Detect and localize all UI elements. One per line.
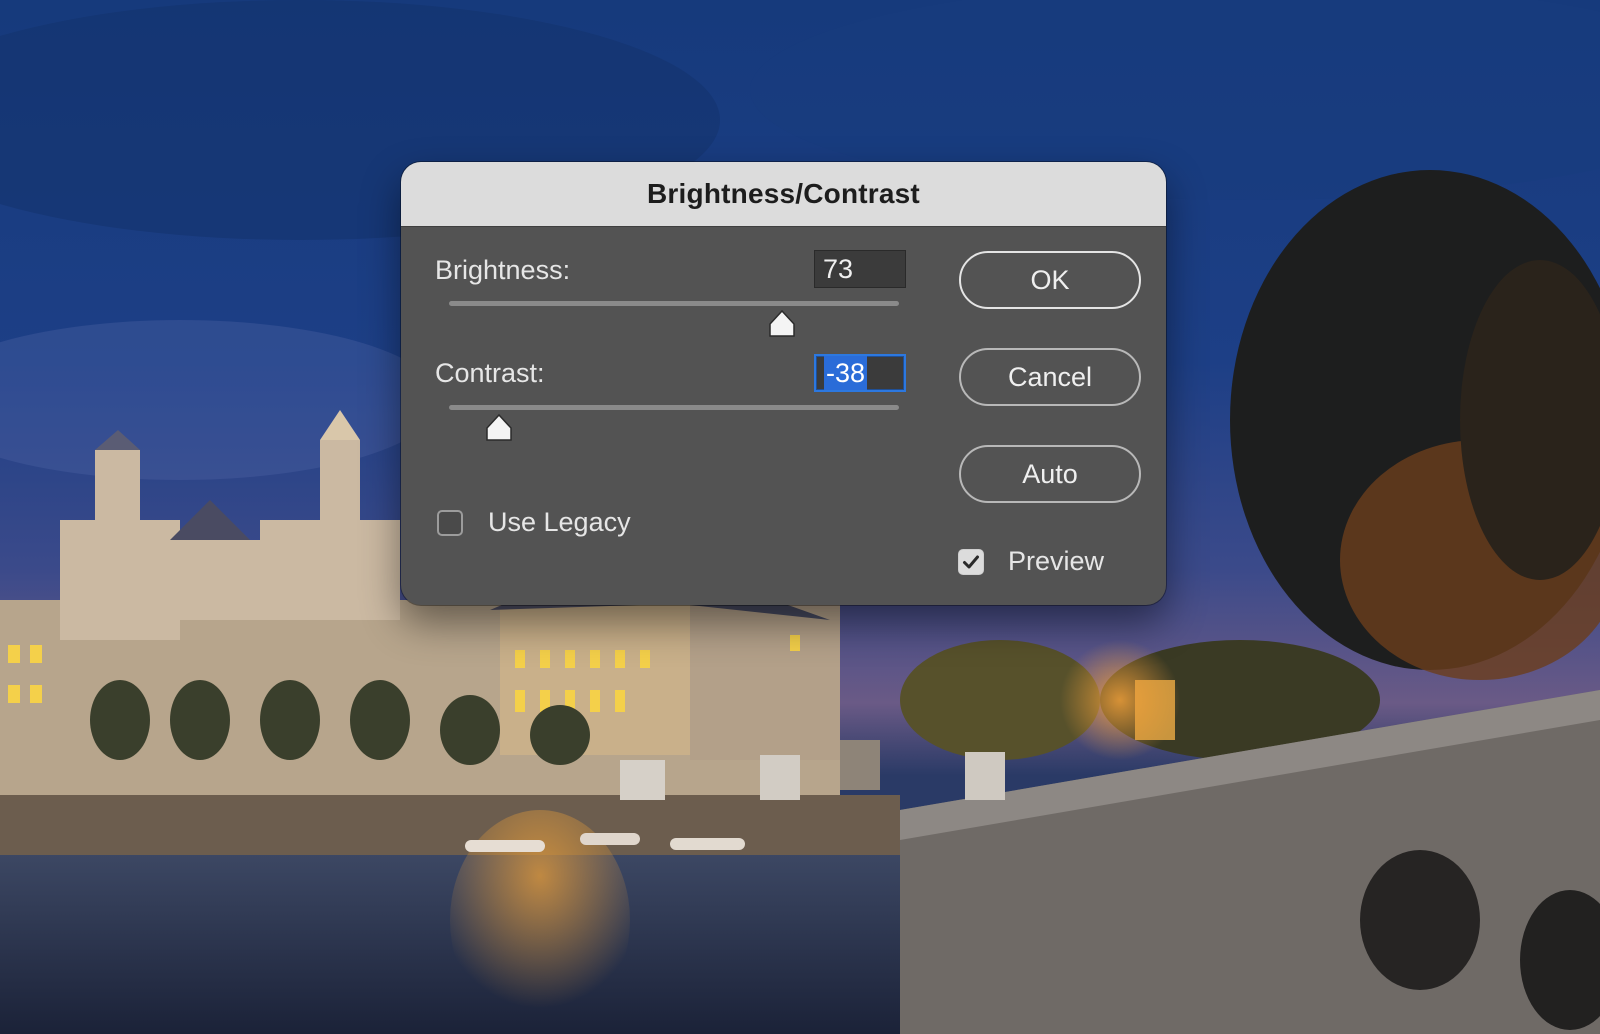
slider-thumb-icon xyxy=(769,309,795,337)
contrast-label: Contrast: xyxy=(435,358,545,388)
brightness-label: Brightness: xyxy=(435,255,571,285)
brightness-contrast-dialog: Brightness/Contrast Brightness: 73 Contr… xyxy=(401,162,1166,605)
contrast-value: -38 xyxy=(824,356,868,390)
brightness-input[interactable]: 73 xyxy=(814,250,906,288)
use-legacy-checkbox[interactable] xyxy=(437,510,463,536)
auto-button[interactable]: Auto xyxy=(959,445,1141,503)
preview-label: Preview xyxy=(1008,546,1105,576)
preview-checkbox[interactable] xyxy=(958,549,984,575)
contrast-input[interactable]: -38 xyxy=(814,354,906,392)
checkmark-icon xyxy=(963,555,979,569)
cancel-button[interactable]: Cancel xyxy=(959,348,1141,406)
contrast-slider-track[interactable] xyxy=(449,405,899,410)
ok-button[interactable]: OK xyxy=(959,251,1141,309)
use-legacy-label: Use Legacy xyxy=(488,507,631,537)
slider-thumb-icon xyxy=(485,413,512,441)
brightness-slider-track[interactable] xyxy=(449,301,899,306)
brightness-value: 73 xyxy=(823,253,854,284)
brightness-slider-thumb[interactable] xyxy=(768,309,796,338)
contrast-slider-thumb[interactable] xyxy=(485,413,513,442)
dialog-title: Brightness/Contrast xyxy=(401,162,1166,227)
